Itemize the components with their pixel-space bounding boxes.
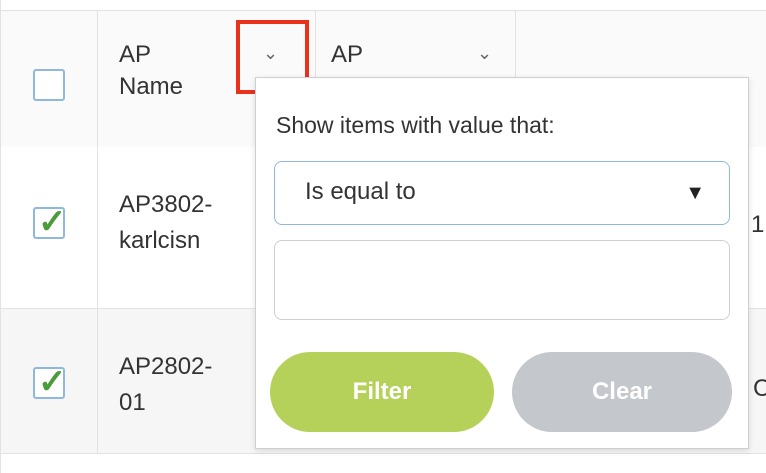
dropdown-arrow-icon: ▼ — [685, 182, 705, 204]
filter-operator-select[interactable]: Is equal to ▼ — [274, 161, 730, 225]
filter-operator-value: Is equal to — [305, 178, 416, 205]
column-filter-popup: Show items with value that: Is equal to … — [255, 77, 749, 449]
column-header-ap-name[interactable]: AP Name — [119, 39, 183, 103]
select-all-checkbox[interactable] — [33, 69, 65, 101]
ap-name-cell: AP3802- karlcisn — [119, 191, 213, 254]
ap-cell-partial: C — [753, 375, 766, 402]
checkmark-icon: ✓ — [38, 363, 67, 401]
clear-button[interactable]: Clear — [512, 352, 732, 432]
ap-filter-chevron-icon[interactable]: ⌄ — [477, 43, 492, 64]
row-checkbox[interactable]: ✓ — [33, 363, 67, 401]
ap-name-cell: AP2802- 01 — [119, 353, 213, 416]
filter-value-input[interactable] — [274, 240, 730, 320]
filter-button[interactable]: Filter — [270, 352, 494, 432]
row-checkbox[interactable]: ✓ — [33, 203, 67, 241]
filter-popup-title: Show items with value that: — [276, 112, 555, 138]
checkmark-icon: ✓ — [38, 203, 67, 241]
ap-cell-partial: 1 — [751, 211, 765, 238]
column-header-ap[interactable]: AP — [331, 39, 363, 71]
